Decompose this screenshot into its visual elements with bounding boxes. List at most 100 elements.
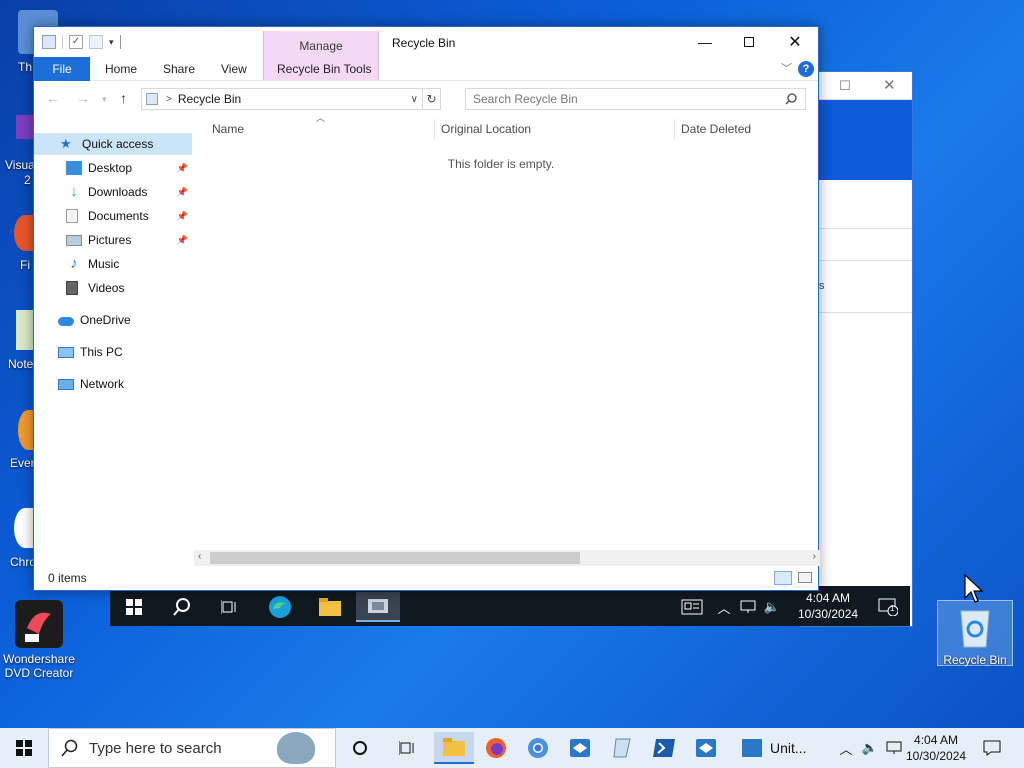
large-icons-view-icon[interactable] <box>798 572 812 583</box>
file-explorer-window[interactable]: ✓ ▾ Manage Recycle Bin — ✕ File Home Sha… <box>33 26 820 591</box>
vm-search-icon[interactable] <box>160 592 204 622</box>
pin-icon[interactable]: 📌 <box>177 187 188 198</box>
refresh-icon[interactable]: ↻ <box>422 89 440 109</box>
background-window-panel: s <box>819 180 912 626</box>
desktop-partial-label-2: Visua <box>5 158 35 172</box>
cortana-icon[interactable] <box>340 732 380 764</box>
virtualbox-vm-icon[interactable] <box>686 732 726 764</box>
vm-network-icon[interactable] <box>736 592 760 622</box>
tray-chevron-icon[interactable]: ︿ <box>836 732 856 764</box>
properties-icon[interactable]: ✓ <box>69 35 83 49</box>
details-view-icon[interactable] <box>774 571 792 585</box>
nav-label: Music <box>88 257 120 271</box>
scroll-left-icon[interactable]: ‹ <box>198 551 201 562</box>
tab-recycle-bin-tools[interactable]: Recycle Bin Tools <box>277 62 372 76</box>
tab-file[interactable]: File <box>34 57 90 81</box>
back-arrow-icon[interactable]: ← <box>46 90 60 106</box>
nav-music[interactable]: ♪ Music <box>34 253 192 275</box>
pictures-folder-icon <box>66 234 82 246</box>
computer-icon <box>58 346 74 358</box>
recent-locations-icon[interactable]: ▾ <box>102 94 107 105</box>
help-icon[interactable]: ? <box>798 61 814 77</box>
tab-view[interactable]: View <box>221 62 247 76</box>
item-count: 0 items <box>48 571 87 585</box>
tab-home[interactable]: Home <box>105 62 137 76</box>
action-center-icon[interactable] <box>972 732 1012 764</box>
vm-clock[interactable]: 4:04 AM 10/30/2024 <box>798 590 858 622</box>
file-explorer-task-icon[interactable] <box>434 732 474 764</box>
file-list[interactable]: ︿ Name Original Location Date Deleted Th… <box>194 113 808 558</box>
vm-file-explorer-icon[interactable] <box>308 592 352 622</box>
vm-notification-count: 1 <box>890 604 895 613</box>
breadcrumb-recycle-bin[interactable]: Recycle Bin <box>178 92 241 106</box>
recycle-bin-small-icon[interactable] <box>42 35 56 49</box>
vm-task-view-icon[interactable] <box>208 592 252 622</box>
maximize-button[interactable] <box>726 27 772 57</box>
nav-documents[interactable]: Documents 📌 <box>34 205 192 227</box>
address-dropdown-icon[interactable]: ∨ <box>411 94 418 105</box>
nav-onedrive[interactable]: OneDrive <box>34 309 192 331</box>
vm-volume-icon[interactable]: 🔈 <box>760 592 784 622</box>
quick-access-toolbar: ✓ ▾ <box>42 35 121 49</box>
notes-app-icon[interactable] <box>602 732 642 764</box>
vm-start-button[interactable] <box>112 592 156 622</box>
column-header-name[interactable]: Name <box>212 122 244 136</box>
virtualbox-icon[interactable] <box>560 732 600 764</box>
nav-downloads[interactable]: ↓ Downloads 📌 <box>34 181 192 203</box>
onedrive-cloud-icon <box>58 317 74 326</box>
vm-notification-icon[interactable]: 1 <box>866 592 910 622</box>
task-view-icon[interactable] <box>388 732 428 764</box>
new-folder-icon[interactable] <box>89 35 103 49</box>
vm-edge-icon[interactable] <box>258 592 302 622</box>
start-button[interactable] <box>4 732 44 764</box>
nav-this-pc[interactable]: This PC <box>34 341 192 363</box>
empty-folder-message: This folder is empty. <box>447 157 555 171</box>
pin-icon[interactable]: 📌 <box>177 163 188 174</box>
qat-dropdown-icon[interactable]: ▾ <box>109 37 114 48</box>
up-arrow-icon[interactable]: ↑ <box>120 90 127 106</box>
mouse-pointer-icon <box>964 574 984 603</box>
forward-arrow-icon[interactable]: → <box>76 90 90 106</box>
nav-network[interactable]: Network <box>34 373 192 395</box>
search-input[interactable]: Search Recycle Bin <box>465 88 806 110</box>
column-separator[interactable] <box>674 119 675 139</box>
horizontal-scrollbar[interactable]: ‹ › <box>194 550 820 566</box>
column-separator[interactable] <box>434 119 435 139</box>
scroll-right-icon[interactable]: › <box>813 551 816 562</box>
recycle-bin-label: Recycle Bin <box>943 653 1007 667</box>
wondershare-label-line2: DVD Creator <box>4 666 74 680</box>
expand-ribbon-icon[interactable]: ﹀ <box>781 60 792 76</box>
maximize-icon[interactable]: ☐ <box>839 78 851 94</box>
vm-clock-date: 10/30/2024 <box>798 607 859 621</box>
videos-folder-icon <box>66 281 78 295</box>
vm-tray-chevron-icon[interactable]: ︿ <box>714 592 734 622</box>
unity-icon <box>742 739 762 757</box>
chrome-icon[interactable] <box>518 732 558 764</box>
unity-task-button[interactable]: Unit... <box>742 732 822 764</box>
taskbar-clock[interactable]: 4:04 AM 10/30/2024 <box>906 732 966 764</box>
minimize-button[interactable]: — <box>682 27 728 57</box>
close-button[interactable]: ✕ <box>772 27 818 57</box>
firefox-icon[interactable] <box>476 732 516 764</box>
nav-videos[interactable]: Videos <box>34 277 192 299</box>
scrollbar-thumb[interactable] <box>210 552 580 564</box>
pin-icon[interactable]: 📌 <box>177 211 188 222</box>
column-header-date-deleted[interactable]: Date Deleted <box>681 122 751 136</box>
nav-pictures[interactable]: Pictures 📌 <box>34 229 192 251</box>
taskbar-search-box[interactable]: Type here to search <box>48 728 336 768</box>
volume-icon[interactable]: 🔈 <box>858 732 882 764</box>
tab-share[interactable]: Share <box>163 62 195 76</box>
vm-recycle-bin-task-icon[interactable] <box>356 592 400 622</box>
pin-icon[interactable]: 📌 <box>177 235 188 246</box>
nav-quick-access[interactable]: ★ Quick access <box>34 133 192 155</box>
desktop-partial-label-3: 2 <box>24 173 31 187</box>
desktop-icon-wondershare[interactable]: Wondershare DVD Creator <box>1 600 77 680</box>
powershell-icon[interactable] <box>644 732 684 764</box>
desktop-icon-recycle-bin[interactable]: Recycle Bin <box>937 600 1013 667</box>
address-box[interactable]: > Recycle Bin ∨ ↻ <box>141 88 441 110</box>
close-icon[interactable]: ✕ <box>883 76 896 94</box>
column-header-original-location[interactable]: Original Location <box>441 122 531 136</box>
vm-news-icon[interactable] <box>670 592 714 622</box>
nav-desktop[interactable]: Desktop 📌 <box>34 157 192 179</box>
network-tray-icon[interactable] <box>882 732 906 764</box>
